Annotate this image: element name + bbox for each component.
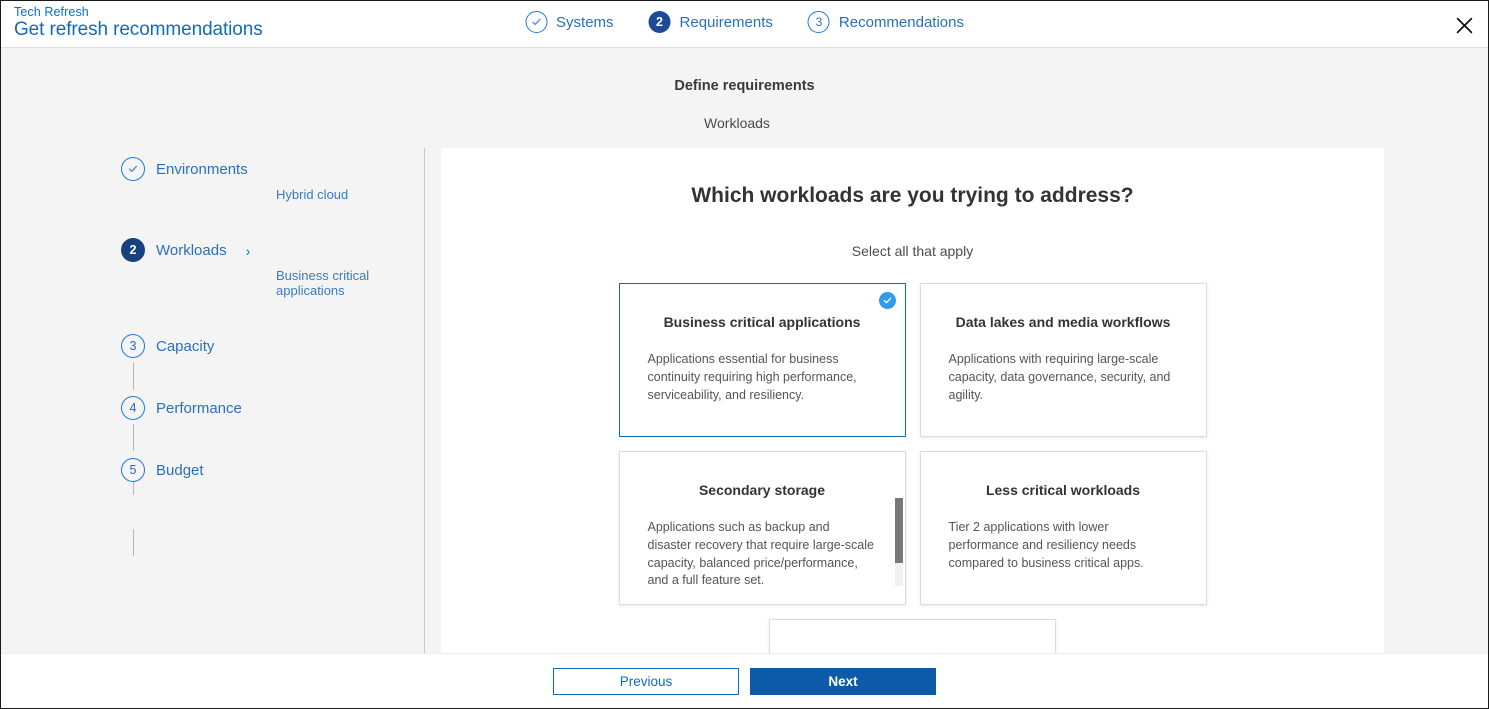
- sidebar-connector-4: [132, 529, 134, 556]
- step-systems[interactable]: Systems: [525, 11, 614, 33]
- section-headings: Define requirements Workloads: [1, 48, 1488, 131]
- workload-card-less-critical-workloads[interactable]: Less critical workloads Tier 2 applicati…: [919, 451, 1207, 605]
- wizard-sidebar: Environments Hybrid cloud 2 Workloads › …: [1, 148, 425, 653]
- sidebar-environments-sub: Hybrid cloud: [276, 187, 349, 202]
- sidebar-item-performance[interactable]: 4 Performance: [1, 396, 424, 421]
- step-systems-circle: [525, 11, 548, 33]
- panel-question: Which workloads are you trying to addres…: [691, 184, 1134, 207]
- card-scrollbar-thumb[interactable]: [894, 498, 903, 563]
- panel-wrapper: Which workloads are you trying to addres…: [425, 148, 1488, 653]
- wizard-body: Define requirements Workloads Environmen…: [1, 48, 1488, 653]
- sidebar-environments-circle: [121, 157, 145, 181]
- sidebar-item-workloads[interactable]: 2 Workloads › Business critical applicat…: [1, 238, 424, 298]
- sidebar-budget-circle: 5: [121, 458, 145, 482]
- sidebar-connector-1: [132, 363, 134, 390]
- workload-card-business-critical-applications[interactable]: Business critical applications Applicati…: [618, 283, 906, 437]
- close-icon[interactable]: [1449, 10, 1479, 40]
- previous-button[interactable]: Previous: [553, 667, 739, 695]
- card-title: Business critical applications: [663, 314, 861, 330]
- workload-card-secondary-storage[interactable]: Secondary storage Applications such as b…: [618, 451, 906, 605]
- step-systems-label: Systems: [556, 13, 614, 31]
- card-scrollbar[interactable]: [894, 498, 903, 586]
- sidebar-budget-label: Budget: [156, 462, 204, 479]
- sidebar-performance-label: Performance: [156, 400, 242, 417]
- card-description: Applications such as backup and disaster…: [647, 519, 875, 588]
- panel-instruction: Select all that apply: [851, 243, 974, 259]
- sidebar-item-capacity[interactable]: 3 Capacity: [1, 334, 424, 359]
- step-indicator: Systems 2 Requirements 3 Recommendations: [525, 11, 964, 33]
- sidebar-performance-circle: 4: [121, 396, 145, 420]
- chevron-right-icon: ›: [245, 242, 251, 259]
- workload-card-grid: Business critical applications Applicati…: [441, 283, 1384, 653]
- sidebar-connector-2: [132, 424, 134, 451]
- sidebar-workloads-circle: 2: [121, 238, 145, 262]
- header-titles: Tech Refresh Get refresh recommendations: [14, 5, 263, 40]
- step-requirements[interactable]: 2 Requirements: [648, 11, 773, 33]
- section-title: Define requirements: [674, 78, 815, 94]
- card-title: High performance analytics/computing: [798, 650, 1027, 653]
- step-recommendations[interactable]: 3 Recommendations: [807, 11, 964, 33]
- sidebar-item-budget[interactable]: 5 Budget: [1, 458, 424, 483]
- step-recommendations-label: Recommendations: [838, 13, 964, 31]
- workloads-panel: Which workloads are you trying to addres…: [441, 148, 1384, 653]
- workload-card-data-lakes-and-media-workflows[interactable]: Data lakes and media workflows Applicati…: [919, 283, 1207, 437]
- wizard-window: Tech Refresh Get refresh recommendations…: [0, 0, 1489, 709]
- sidebar-workloads-sub: Business critical applications: [276, 268, 370, 298]
- step-requirements-circle: 2: [648, 11, 671, 33]
- card-title: Secondary storage: [698, 482, 826, 498]
- sidebar-workloads-label: Workloads: [156, 242, 227, 259]
- check-circle-icon: [878, 292, 896, 309]
- next-button[interactable]: Next: [750, 667, 936, 695]
- sidebar-environments-label: Environments: [156, 161, 248, 178]
- sidebar-capacity-circle: 3: [121, 334, 145, 358]
- card-description: Tier 2 applications with lower performan…: [948, 519, 1144, 570]
- workload-card-high-performance-analytics-computing[interactable]: High performance analytics/computing App…: [769, 619, 1056, 653]
- breadcrumb-eyebrow: Tech Refresh: [14, 5, 89, 19]
- card-title: Data lakes and media workflows: [955, 314, 1171, 330]
- card-title: Less critical workloads: [985, 482, 1141, 498]
- wizard-footer: Previous Next: [1, 653, 1488, 708]
- content-columns: Environments Hybrid cloud 2 Workloads › …: [1, 148, 1488, 653]
- sidebar-capacity-label: Capacity: [156, 338, 215, 355]
- card-description: Applications essential for business cont…: [647, 351, 857, 402]
- page-title: Get refresh recommendations: [14, 19, 263, 40]
- app-header: Tech Refresh Get refresh recommendations…: [1, 1, 1488, 48]
- step-requirements-label: Requirements: [679, 13, 773, 31]
- card-description: Applications with requiring large-scale …: [948, 351, 1171, 402]
- sidebar-item-environments[interactable]: Environments Hybrid cloud: [1, 157, 424, 202]
- section-subtitle: Workloads: [704, 115, 770, 131]
- step-recommendations-circle: 3: [807, 11, 830, 33]
